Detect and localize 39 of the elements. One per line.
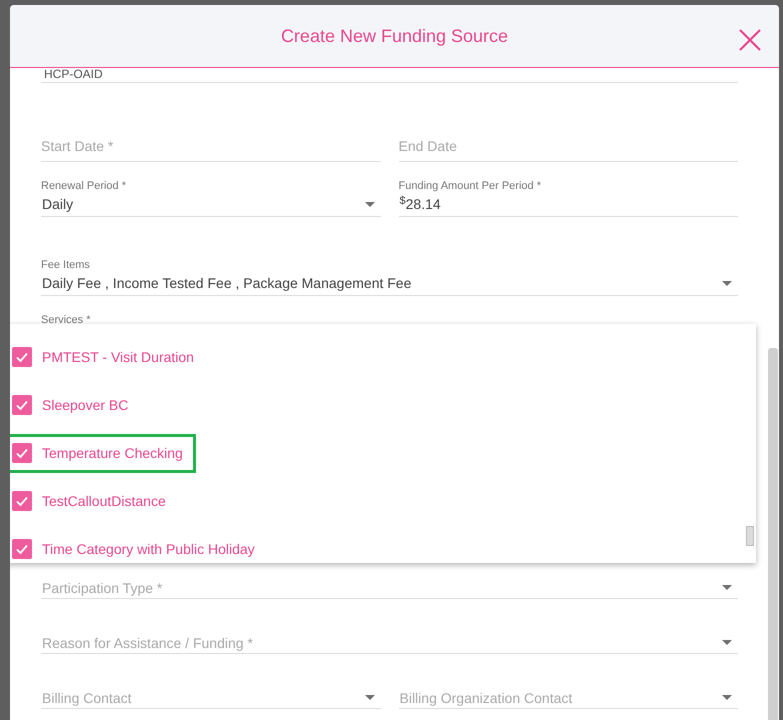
dropdown-option[interactable]: TestCalloutDistance [10,482,179,520]
dropdown-caret-icon [722,640,732,645]
dropdown-caret-icon [722,281,732,286]
amount-field[interactable]: $^{$}$28.14 [398,193,738,217]
checkmark-icon [15,494,29,508]
date-field[interactable]: End Date [398,132,738,162]
dropdown-caret-icon [722,585,732,590]
select-field[interactable]: Billing Contact [41,687,380,709]
select-field[interactable]: Reason for Assistance / Funding * [41,632,738,654]
checkmark-icon [15,446,29,460]
checkbox[interactable] [12,539,32,559]
dropdown-caret-icon [722,695,732,700]
dropdown-caret-icon [364,202,374,207]
dropdown-option[interactable]: Sleepover BC [10,386,142,424]
text-field[interactable]: HCP-OAID [41,68,738,83]
dropdown-option[interactable]: Temperature Checking [10,434,196,472]
field-label: Fee Items [41,258,90,272]
checkmark-icon [15,398,29,412]
checkbox[interactable] [12,347,32,367]
select-field[interactable]: Daily Fee , Income Tested Fee , Package Management Fee [41,272,738,296]
dropdown-caret-icon [364,695,374,700]
checkmark-icon [15,350,29,364]
checkmark-icon [15,542,29,556]
scrollbar-thumb[interactable] [746,526,754,546]
select-field[interactable]: Daily [41,193,380,217]
select-field[interactable]: Billing Organization Contact [398,687,738,709]
select-field[interactable]: Participation Type * [41,577,738,599]
close-button[interactable] [738,28,762,52]
field-label: Renewal Period * [41,179,126,193]
checkbox[interactable] [12,443,32,463]
scrollbar[interactable] [768,348,778,720]
dropdown-option[interactable]: PMTEST - Visit Duration [10,338,207,376]
dialog-title: Create New Funding Source [280,24,508,48]
checkbox[interactable] [12,491,32,511]
dropdown-option[interactable]: Time Category with Public Holiday [10,530,268,563]
field-label: Services * [41,313,91,324]
checkbox[interactable] [12,395,32,415]
field-label: Funding Amount Per Period * [398,179,541,193]
date-field[interactable]: Start Date * [41,132,380,162]
